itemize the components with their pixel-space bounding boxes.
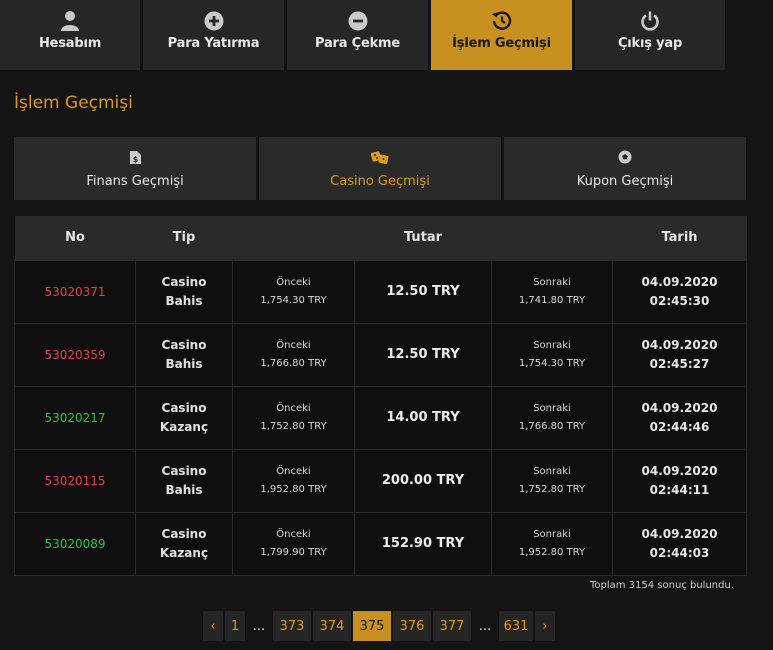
- balance-after: Sonraki 1,754.30 TRY: [491, 322, 613, 387]
- tab-label: Çıkış yap: [617, 36, 683, 51]
- table-row[interactable]: 53020217 Casino Kazanç Önceki 1,752.80 TRY…: [14, 385, 747, 450]
- subtab-kupon-gecmisi[interactable]: Kupon Geçmişi: [504, 137, 746, 200]
- balance-after: Sonraki 1,752.80 TRY: [491, 448, 613, 513]
- table-row[interactable]: 53020115 Casino Bahis Önceki 1,952.80 TRY …: [14, 448, 747, 513]
- user-icon: [59, 10, 81, 32]
- balance-before: Önceki 1,952.80 TRY: [232, 448, 355, 513]
- transaction-amount: 200.00 TRY: [354, 448, 492, 513]
- balance-before: Önceki 1,766.80 TRY: [232, 322, 355, 387]
- balance-before: Önceki 1,752.80 TRY: [232, 385, 355, 450]
- table-row[interactable]: 53020359 Casino Bahis Önceki 1,766.80 TRY …: [14, 322, 747, 387]
- page-button[interactable]: 631: [499, 611, 533, 641]
- balance-before: Önceki 1,754.30 TRY: [232, 259, 355, 324]
- transaction-no: 53020371: [14, 259, 136, 324]
- current-page-button[interactable]: 375: [353, 611, 391, 641]
- transaction-amount: 152.90 TRY: [354, 511, 492, 576]
- page-button[interactable]: 1: [225, 611, 245, 641]
- casino-history-table: No Tip Tutar Tarih 53020371 Casino Bahis …: [14, 216, 747, 576]
- transaction-date: 04.09.2020 02:45:30: [612, 259, 747, 324]
- table-row[interactable]: 53020089 Casino Kazanç Önceki 1,799.90 TRY…: [14, 511, 747, 576]
- header-tarih: Tarih: [661, 230, 698, 246]
- transaction-date: 04.09.2020 02:44:46: [612, 385, 747, 450]
- page-button[interactable]: 377: [433, 611, 471, 641]
- transaction-type: Casino Bahis: [135, 322, 233, 387]
- tab-label: Para Yatırma: [167, 36, 260, 51]
- prev-page-button[interactable]: ‹: [203, 611, 223, 641]
- transaction-type: Casino Kazanç: [135, 511, 233, 576]
- balance-after: Sonraki 1,741.80 TRY: [491, 259, 613, 324]
- transaction-amount: 12.50 TRY: [354, 322, 492, 387]
- tab-islem-gecmisi[interactable]: İşlem Geçmişi: [431, 0, 572, 70]
- balance-after: Sonraki 1,952.80 TRY: [491, 511, 613, 576]
- transaction-amount: 12.50 TRY: [354, 259, 492, 324]
- tab-label: Hesabım: [38, 36, 102, 51]
- history-icon: [491, 10, 513, 32]
- page-title: İşlem Geçmişi: [14, 93, 133, 113]
- balance-before: Önceki 1,799.90 TRY: [232, 511, 355, 576]
- header-no: No: [65, 230, 85, 246]
- transaction-date: 04.09.2020 02:44:03: [612, 511, 747, 576]
- subtab-label: Kupon Geçmişi: [576, 173, 674, 189]
- page-button[interactable]: 374: [313, 611, 351, 641]
- page-button[interactable]: 376: [393, 611, 431, 641]
- transaction-amount: 14.00 TRY: [354, 385, 492, 450]
- page-button[interactable]: 373: [273, 611, 311, 641]
- tab-label: Para Çekme: [314, 36, 401, 51]
- header-tip: Tip: [172, 230, 196, 246]
- svg-text:$: $: [132, 155, 138, 164]
- minus-circle-icon: [347, 10, 369, 32]
- header-tutar: Tutar: [403, 230, 443, 246]
- transaction-date: 04.09.2020 02:45:27: [612, 322, 747, 387]
- transaction-no: 53020115: [14, 448, 136, 513]
- pagination-ellipsis: ...: [478, 618, 492, 634]
- table-header-row: No Tip Tutar Tarih: [14, 216, 747, 260]
- power-icon: [639, 10, 661, 32]
- subtab-finans-gecmisi[interactable]: $ Finans Geçmişi: [14, 137, 256, 200]
- results-count: Toplam 3154 sonuç bulundu.: [589, 580, 734, 591]
- next-page-button[interactable]: ›: [535, 611, 555, 641]
- dice-icon: [370, 149, 389, 168]
- transaction-no: 53020359: [14, 322, 136, 387]
- transaction-no: 53020089: [14, 511, 136, 576]
- money-file-icon: $: [129, 149, 141, 168]
- tab-cikis-yap[interactable]: Çıkış yap: [575, 0, 725, 70]
- pagination: ‹ 1 ... 373 374 375 376 377 ... 631 ›: [203, 611, 555, 641]
- tab-para-cekme[interactable]: Para Çekme: [287, 0, 428, 70]
- soccer-ball-icon: [618, 149, 632, 168]
- subtab-label: Casino Geçmişi: [330, 173, 430, 189]
- subtab-label: Finans Geçmişi: [86, 173, 184, 189]
- transaction-type: Casino Kazanç: [135, 385, 233, 450]
- transaction-type: Casino Bahis: [135, 448, 233, 513]
- tab-hesabim[interactable]: Hesabım: [0, 0, 140, 70]
- plus-circle-icon: [203, 10, 225, 32]
- transaction-no: 53020217: [14, 385, 136, 450]
- tab-label: İşlem Geçmişi: [452, 36, 551, 51]
- tab-para-yatirma[interactable]: Para Yatırma: [143, 0, 284, 70]
- table-row[interactable]: 53020371 Casino Bahis Önceki 1,754.30 TRY …: [14, 259, 747, 324]
- account-nav: Hesabım Para Yatırma Para Çekme İşlem Ge…: [0, 0, 773, 70]
- balance-after: Sonraki 1,766.80 TRY: [491, 385, 613, 450]
- subtab-casino-gecmisi[interactable]: Casino Geçmişi: [259, 137, 501, 200]
- history-subtabs: $ Finans Geçmişi Casino Geçmişi Kupon Ge…: [14, 137, 746, 200]
- transaction-type: Casino Bahis: [135, 259, 233, 324]
- pagination-ellipsis: ...: [252, 618, 266, 634]
- transaction-date: 04.09.2020 02:44:11: [612, 448, 747, 513]
